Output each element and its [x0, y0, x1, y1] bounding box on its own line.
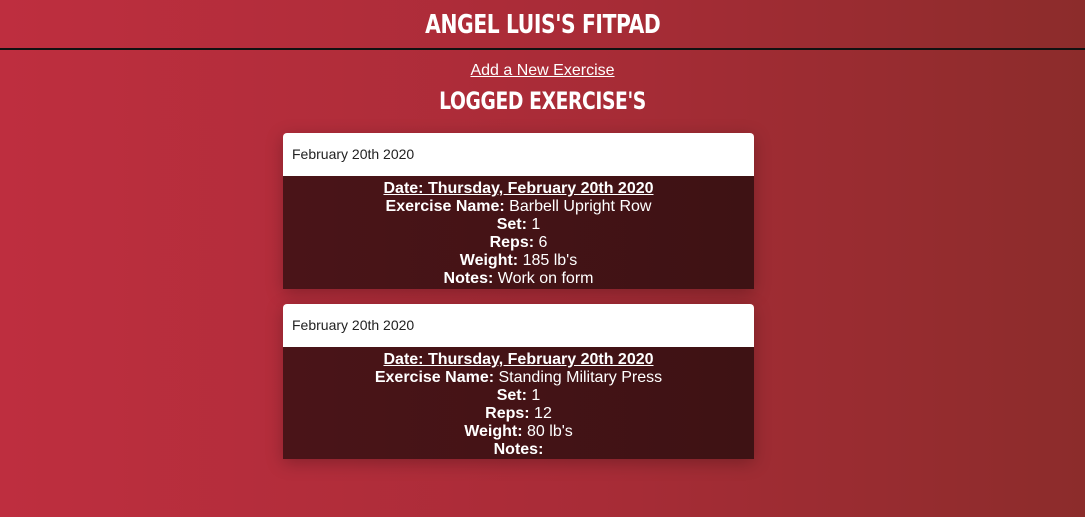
set-value: 1	[531, 387, 541, 404]
section-heading: Logged Exercise's	[0, 82, 1085, 120]
weight-row: Weight: 80 lb's	[283, 423, 754, 441]
logged-exercises-title: Logged Exercise's	[439, 87, 646, 115]
exercise-card: February 20th 2020 Date: Thursday, Febru…	[283, 304, 754, 459]
notes-value: Work on form	[497, 270, 594, 287]
set-row: Set: 1	[283, 387, 754, 405]
site-title: Angel Luis's FitPad	[424, 10, 661, 40]
notes-label: Notes:	[443, 270, 494, 287]
set-value: 1	[531, 216, 541, 233]
exercise-name-label: Exercise Name:	[385, 198, 505, 215]
exercise-card-header[interactable]: February 20th 2020	[283, 304, 754, 347]
reps-label: Reps:	[489, 234, 535, 251]
reps-label: Reps:	[485, 405, 530, 422]
set-row: Set: 1	[283, 216, 754, 234]
exercise-date: Date: Thursday, February 20th 2020	[383, 351, 654, 368]
site-header: Angel Luis's FitPad	[0, 0, 1085, 50]
exercise-card-body: Date: Thursday, February 20th 2020 Exerc…	[283, 176, 754, 289]
exercise-card-body: Date: Thursday, February 20th 2020 Exerc…	[283, 347, 754, 459]
exercise-name-value: Barbell Upright Row	[509, 198, 652, 215]
exercise-card: February 20th 2020 Date: Thursday, Febru…	[283, 133, 754, 289]
exercise-name-row: Exercise Name: Barbell Upright Row	[283, 198, 754, 216]
weight-value: 80 lb's	[527, 423, 573, 440]
exercise-card-header[interactable]: February 20th 2020	[283, 133, 754, 176]
reps-row: Reps: 12	[283, 405, 754, 423]
exercise-name-value: Standing Military Press	[498, 369, 663, 386]
set-label: Set:	[496, 216, 527, 233]
exercise-name-label: Exercise Name:	[374, 369, 495, 386]
nav-bar: Add a New Exercise	[0, 62, 1085, 82]
add-exercise-link[interactable]: Add a New Exercise	[470, 62, 614, 79]
weight-value: 185 lb's	[522, 252, 578, 269]
exercise-date: Date: Thursday, February 20th 2020	[383, 180, 654, 197]
weight-label: Weight:	[459, 252, 519, 269]
reps-value: 12	[534, 405, 552, 422]
notes-row: Notes:	[283, 441, 754, 459]
exercise-name-row: Exercise Name: Standing Military Press	[283, 369, 754, 387]
weight-label: Weight:	[464, 423, 523, 440]
reps-row: Reps: 6	[283, 234, 754, 252]
notes-row: Notes: Work on form	[283, 270, 754, 288]
set-label: Set:	[496, 387, 527, 404]
reps-value: 6	[538, 234, 548, 251]
notes-label: Notes:	[493, 441, 544, 458]
weight-row: Weight: 185 lb's	[283, 252, 754, 270]
